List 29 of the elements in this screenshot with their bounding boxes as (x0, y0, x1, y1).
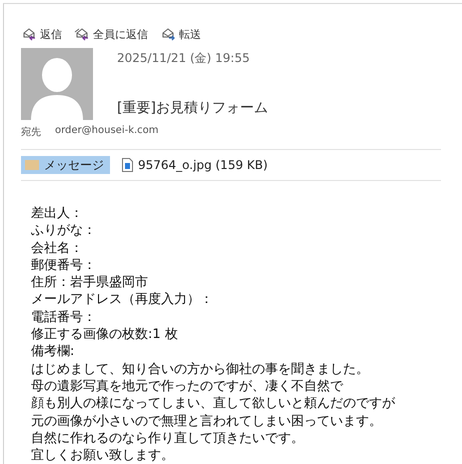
reply-button[interactable]: 返信 (21, 26, 62, 42)
body-line: 自然に作れるのなら作り直して頂きたいです。 (31, 430, 305, 448)
body-line: 差出人： (31, 205, 84, 222)
body-line: 郵便番号： (31, 256, 97, 274)
body-line: はじめまして、知り合いの方から御社の事を聞きました。 (31, 360, 370, 378)
body-line: 母の遺影写真を地元で作ったのですが、凄く不自然で (31, 378, 344, 396)
body-line: 電話番号： (31, 308, 97, 326)
forward-button[interactable]: 転送 (160, 26, 201, 42)
to-label: 宛先 (21, 126, 41, 139)
body-line: メールアドレス（再度入力）： (31, 291, 214, 309)
envelope-reply-icon (21, 26, 37, 42)
envelope-reply-icon (74, 26, 90, 42)
body-line: 住所：岩手県盛岡市 (31, 274, 148, 292)
body-line: 備考欄: (31, 343, 76, 361)
reply-all-button[interactable]: 全員に返信 (74, 26, 148, 42)
sent-date: 2025/11/21 (金) 19:55 (117, 50, 251, 67)
attachment-tab[interactable]: 95764_o.jpg (159 KB) (118, 156, 274, 174)
body-line: 元の画像が小さいので無理と言われてしまい困っています。 (31, 412, 383, 430)
body-line: 顔も別人の様になってしまい、直して欲しいと頼んだのですが (31, 395, 396, 413)
body-line: ふりがな： (31, 222, 97, 240)
image-file-icon (122, 158, 133, 172)
avatar-icon (21, 48, 93, 120)
body-line: 修正する画像の枚数:1 枚 (31, 326, 179, 344)
body-line: 会社名： (31, 240, 84, 257)
message-tab[interactable]: メッセージ (21, 156, 110, 174)
envelope-forward-icon (160, 26, 176, 42)
email-subject: [重要]お見積りフォーム (117, 99, 268, 117)
body-line: 宜しくお願い致します。 (31, 447, 175, 464)
recipient-address: order@housei-k.com (55, 125, 159, 138)
